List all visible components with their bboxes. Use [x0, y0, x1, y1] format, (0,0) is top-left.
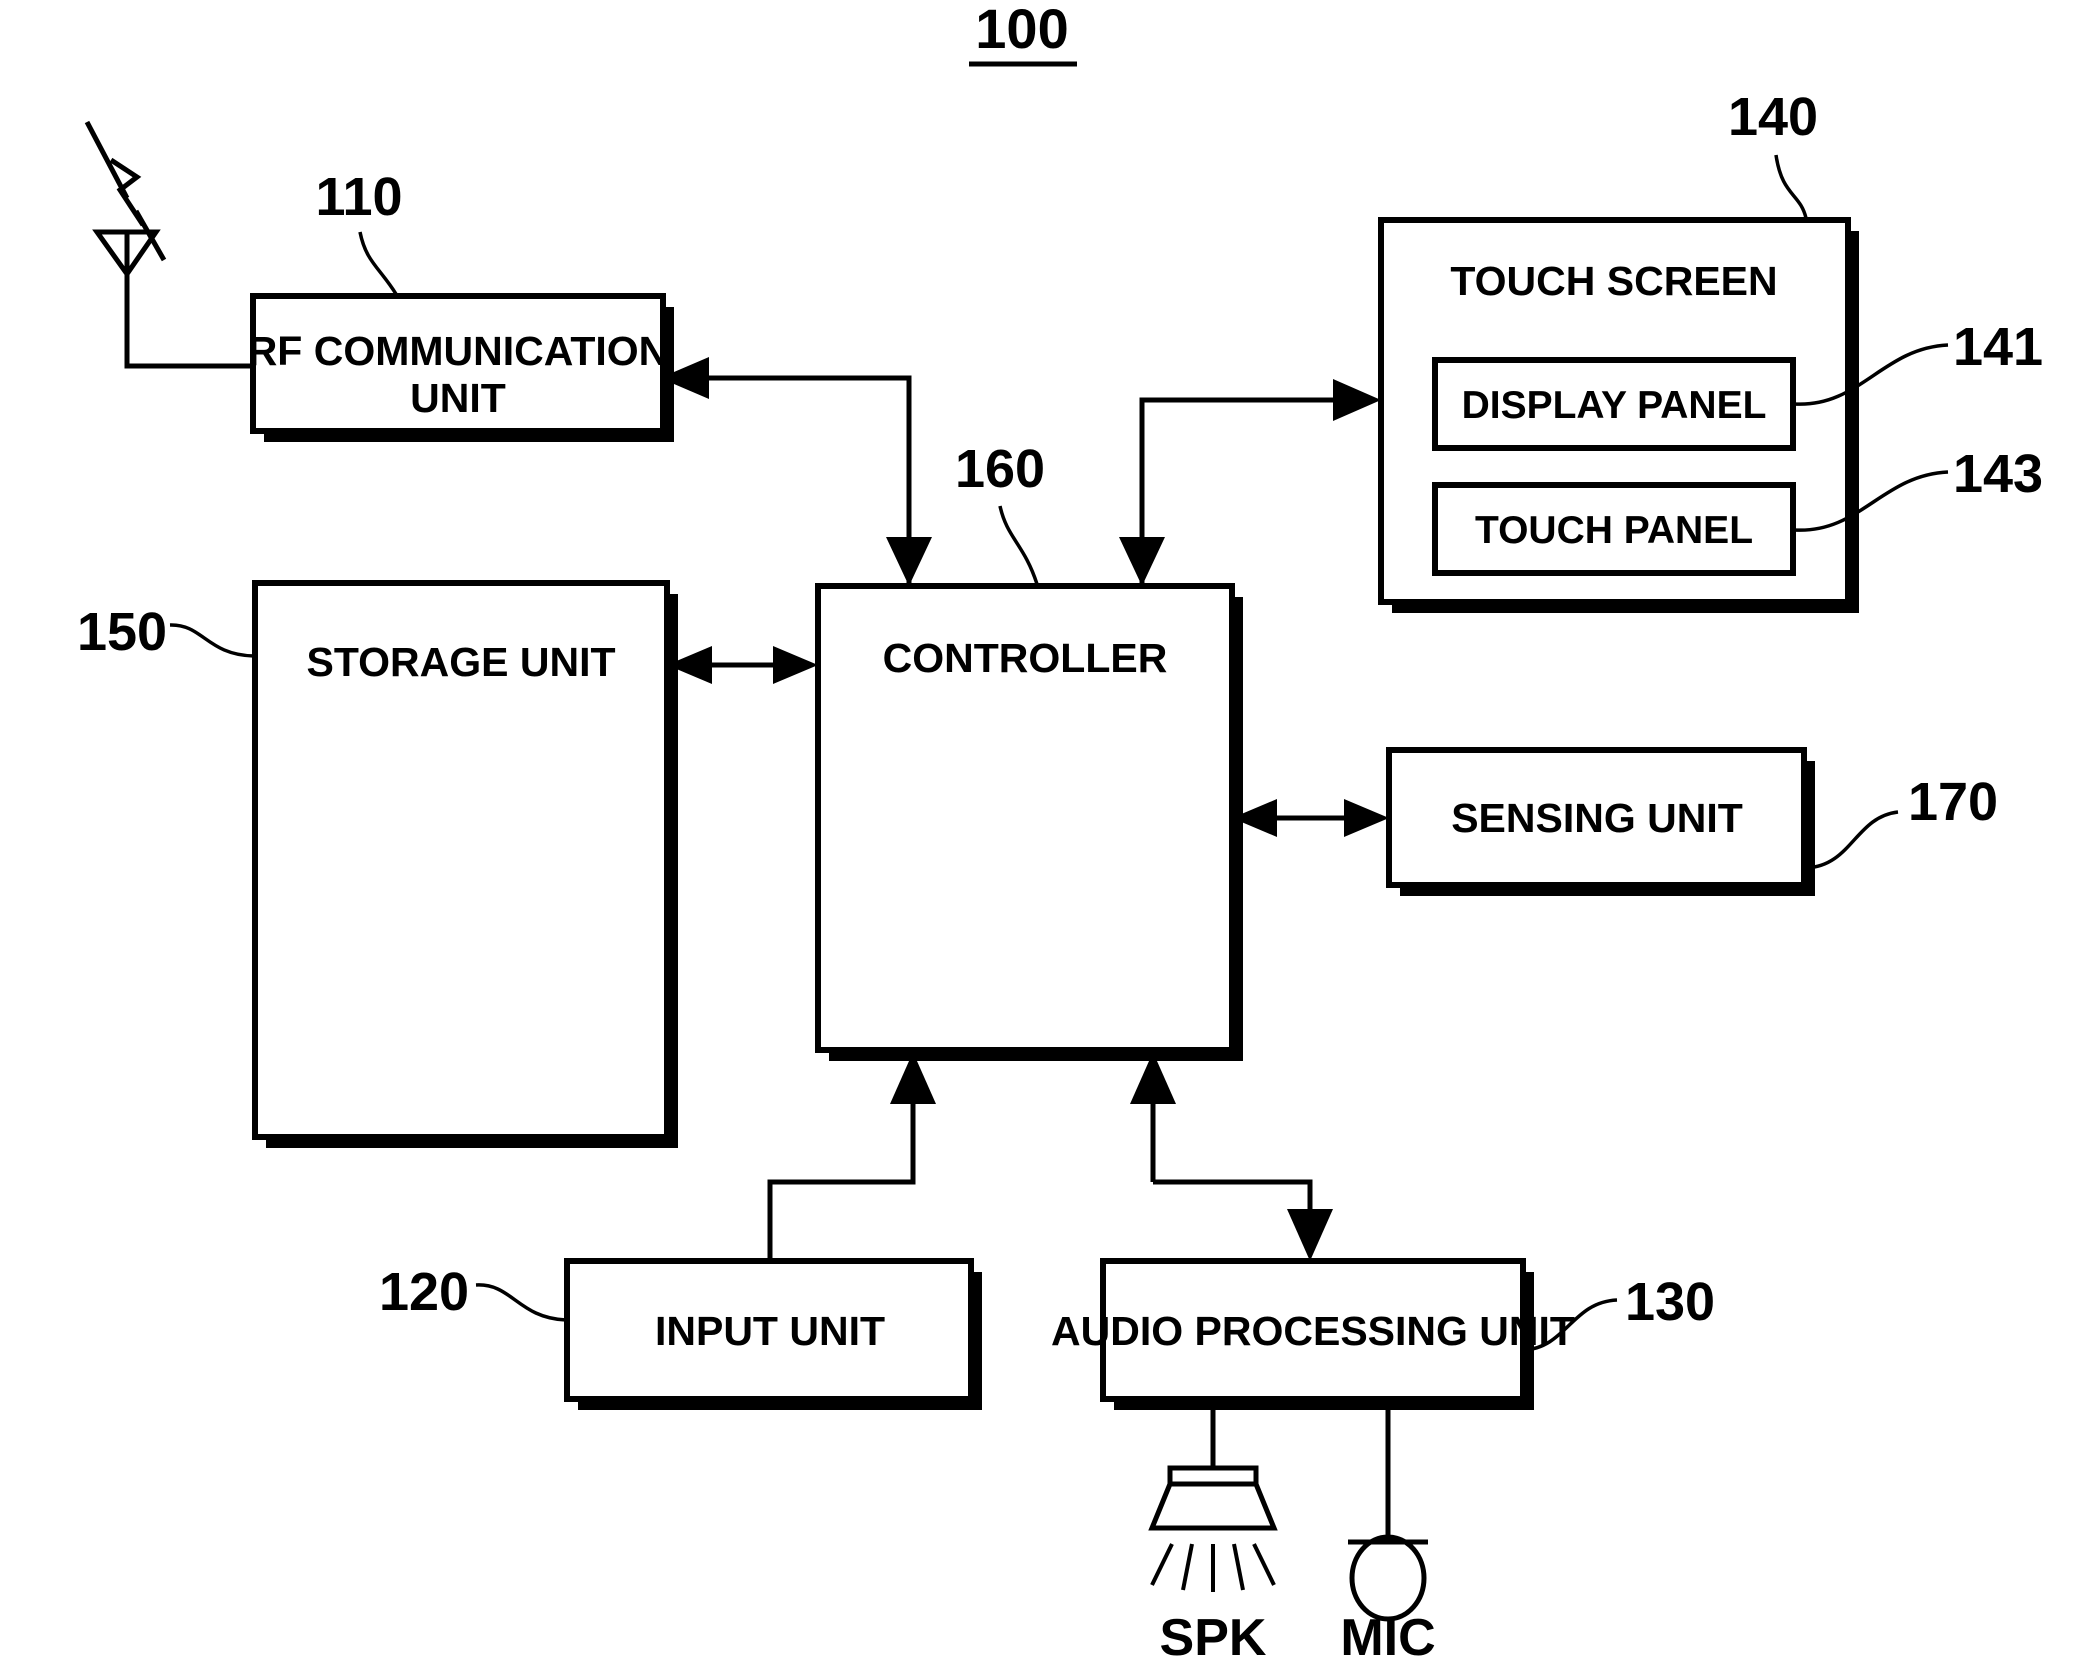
rf-communication-unit-block: RF COMMUNICATION UNIT: [248, 293, 674, 442]
storage-unit-block: STORAGE UNIT: [252, 580, 678, 1148]
figure-number-text: 100: [975, 0, 1068, 60]
storage-reference-number: 150: [77, 602, 167, 662]
audio-block-label: AUDIO PROCESSING UNIT: [1051, 1308, 1575, 1354]
sensing-unit-block: SENSING UNIT: [1386, 747, 1815, 896]
input-unit-block: INPUT UNIT: [564, 1258, 982, 1410]
touchscreen-reference-number: 140: [1728, 87, 1818, 147]
controller-reference-number: 160: [955, 439, 1045, 499]
audio-reference-number: 130: [1625, 1272, 1715, 1332]
speaker-label: SPK: [1160, 1609, 1267, 1667]
controller-block-label: CONTROLLER: [883, 635, 1168, 681]
sensing-reference-number: 170: [1908, 772, 1998, 832]
controller-block: CONTROLLER: [815, 583, 1243, 1061]
microphone-label: MIC: [1340, 1609, 1435, 1667]
sensing-block-label: SENSING UNIT: [1451, 795, 1743, 841]
input-reference-number: 120: [379, 1262, 469, 1322]
rf-reference-number: 110: [315, 167, 402, 227]
touchscreen-block-label: TOUCH SCREEN: [1450, 258, 1777, 304]
figure-number-100: 100: [969, 0, 1077, 67]
rf-block-label-line1: RF COMMUNICATION: [248, 328, 669, 374]
touch-panel-reference-number: 143: [1953, 444, 2043, 504]
block-diagram-svg: 100 RF COMMUNICATION UNIT 110 STORAGE UN…: [0, 0, 2099, 1671]
storage-block-label: STORAGE UNIT: [306, 639, 615, 685]
figure-container: 100 RF COMMUNICATION UNIT 110 STORAGE UN…: [0, 0, 2099, 1671]
rf-block-label-line2: UNIT: [410, 375, 506, 421]
touch-screen-block: TOUCH SCREEN DISPLAY PANEL TOUCH PANEL: [1378, 217, 1859, 613]
audio-processing-unit-block: AUDIO PROCESSING UNIT: [1051, 1258, 1575, 1410]
display-panel-reference-number: 141: [1953, 317, 2043, 377]
input-block-label: INPUT UNIT: [655, 1308, 885, 1354]
display-panel-label: DISPLAY PANEL: [1462, 384, 1767, 427]
touch-panel-label: TOUCH PANEL: [1475, 509, 1753, 552]
